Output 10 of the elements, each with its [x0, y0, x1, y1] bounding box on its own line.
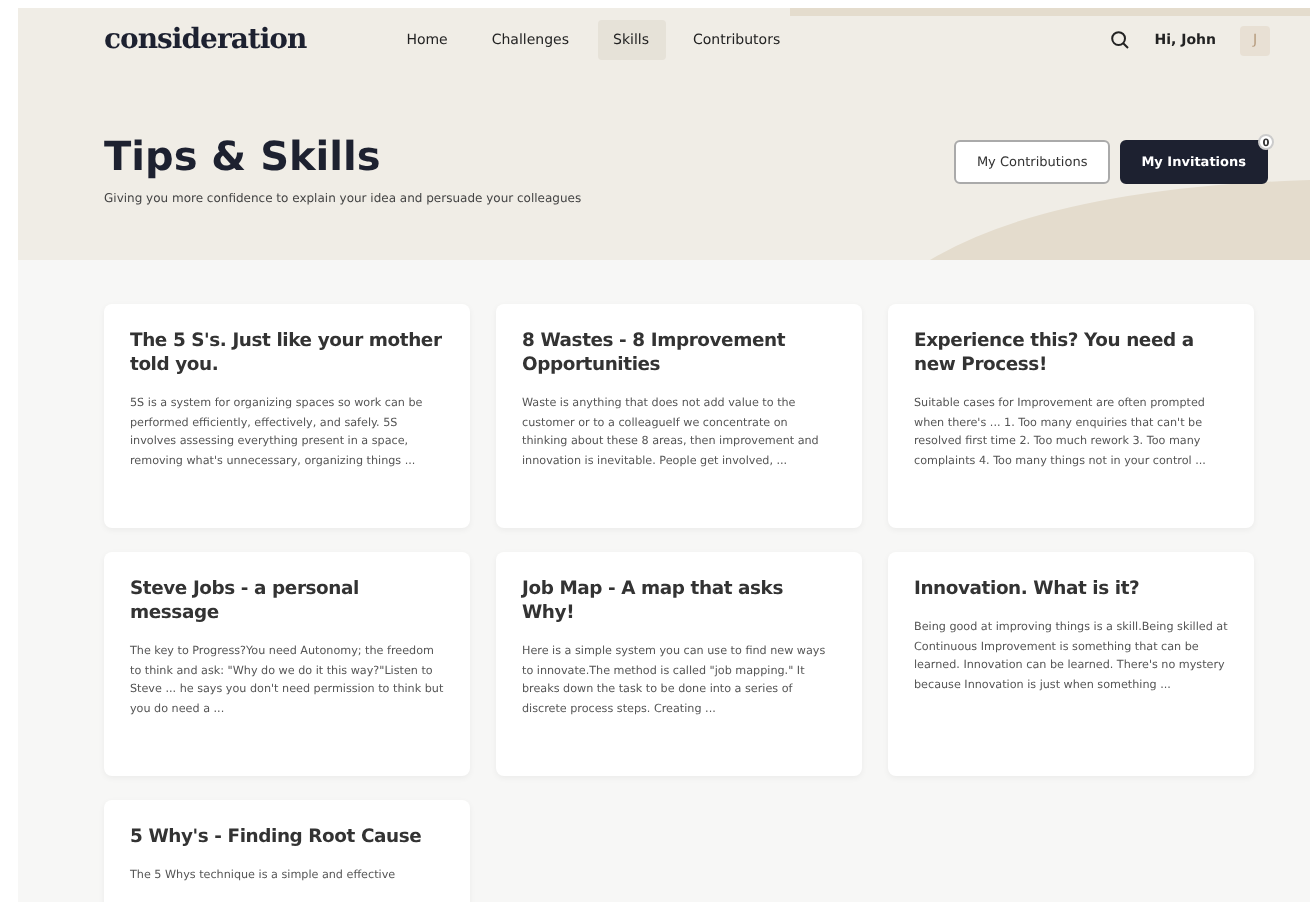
card-title: The 5 S's. Just like your mother told you.: [130, 330, 444, 378]
card-title: 8 Wastes - 8 Improvement Opportunities: [522, 330, 788, 378]
page-title: Tips & Skills: [104, 132, 383, 180]
card-title: 5 Why's - Finding Root Cause: [130, 826, 424, 850]
logo[interactable]: consideration: [104, 24, 307, 56]
card-title: Job Map - A map that asks Why!: [522, 578, 785, 626]
card-title: Steve Jobs - a personal message: [130, 578, 361, 626]
card-title: Innovation. What is it?: [914, 578, 1142, 602]
card-title: Experience this? You need a new Process!: [914, 330, 1196, 378]
search-icon[interactable]: [1110, 30, 1131, 50]
